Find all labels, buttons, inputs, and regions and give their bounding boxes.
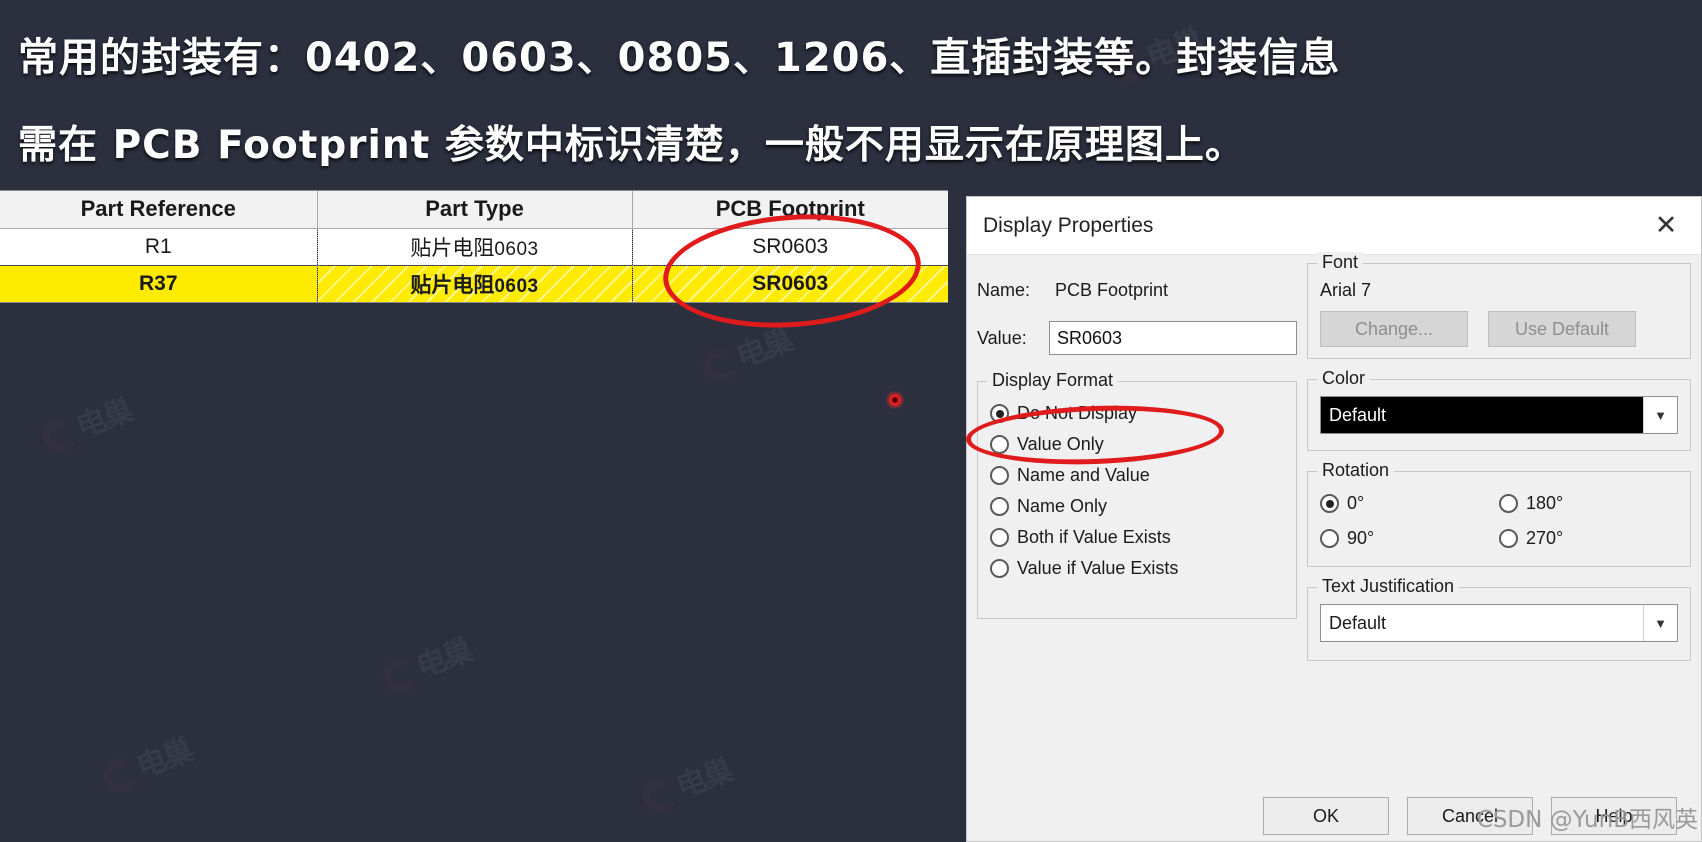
- cell-part-type-cn: 贴片电阻: [410, 235, 495, 260]
- watermark-text: 电巢: [131, 733, 197, 786]
- radio-icon[interactable]: [990, 528, 1009, 547]
- watermark-text: 电巢: [71, 393, 137, 446]
- display-format-group: Display Format Do Not Display Value Only…: [977, 370, 1297, 619]
- name-value: PCB Footprint: [1055, 279, 1169, 300]
- dialog-right-column: Font Arial 7 Change... Use Default Color…: [1307, 252, 1691, 681]
- radio-label: 90°: [1347, 528, 1375, 548]
- name-field-row: Name: PCB Footprint: [977, 273, 1297, 307]
- watermark-text: 电巢: [411, 633, 477, 686]
- headline-text-block: 常用的封装有：0402、0603、0805、1206、直插封装等。封装信息 需在…: [0, 0, 1702, 185]
- chevron-down-icon[interactable]: ▼: [1643, 605, 1677, 641]
- radio-label: Do Not Display: [1017, 403, 1138, 423]
- radio-rotation-180[interactable]: 180°: [1499, 488, 1678, 519]
- radio-label: Name and Value: [1017, 465, 1150, 485]
- cell-pcb-footprint[interactable]: SR0603: [632, 264, 948, 302]
- rotation-options: 0° 180° 90° 270°: [1320, 488, 1678, 554]
- text-justification-legend: Text Justification: [1317, 576, 1460, 597]
- radio-rotation-270[interactable]: 270°: [1499, 523, 1678, 554]
- radio-name-only[interactable]: Name Only: [990, 491, 1284, 522]
- radio-icon[interactable]: [1499, 529, 1518, 548]
- radio-value-only[interactable]: Value Only: [990, 429, 1284, 460]
- dialog-body: Name: PCB Footprint Value: Display Forma…: [967, 252, 1701, 842]
- dialog-left-column: Name: PCB Footprint Value: Display Forma…: [977, 273, 1297, 619]
- cell-part-type-size: 0603: [494, 238, 539, 260]
- radio-icon-selected[interactable]: [1320, 494, 1339, 513]
- chevron-down-icon[interactable]: ▼: [1643, 397, 1677, 433]
- radio-icon[interactable]: [990, 435, 1009, 454]
- value-input[interactable]: [1049, 321, 1297, 355]
- dialog-title-bar: Display Properties ✕: [967, 197, 1701, 255]
- cell-part-type-size: 0603: [494, 275, 539, 297]
- headline-line-1: 常用的封装有：0402、0603、0805、1206、直插封装等。封装信息: [18, 35, 1341, 81]
- radio-label: 0°: [1347, 493, 1365, 513]
- font-legend: Font: [1317, 252, 1364, 273]
- radio-icon[interactable]: [1320, 529, 1339, 548]
- radio-icon[interactable]: [1499, 494, 1518, 513]
- cell-part-type[interactable]: 贴片电阻0603: [317, 264, 633, 302]
- column-header-part-reference[interactable]: Part Reference: [0, 191, 318, 229]
- cell-part-reference[interactable]: R1: [0, 228, 318, 265]
- display-properties-dialog[interactable]: Display Properties ✕ Name: PCB Footprint…: [966, 196, 1702, 842]
- radio-icon[interactable]: [990, 466, 1009, 485]
- use-default-font-button[interactable]: Use Default: [1488, 311, 1636, 347]
- text-justification-group: Text Justification Default ▼: [1307, 576, 1691, 661]
- radio-label: Name Only: [1017, 496, 1108, 516]
- watermark-text: 电巢: [671, 753, 737, 806]
- rotation-group: Rotation 0° 180° 90° 270°: [1307, 460, 1691, 567]
- radio-name-and-value[interactable]: Name and Value: [990, 460, 1284, 491]
- column-header-part-type[interactable]: Part Type: [317, 191, 633, 229]
- ok-button[interactable]: OK: [1263, 797, 1389, 835]
- radio-rotation-90[interactable]: 90°: [1320, 523, 1499, 554]
- radio-label: Both if Value Exists: [1017, 527, 1171, 547]
- font-button-row: Change... Use Default: [1320, 311, 1678, 347]
- color-legend: Color: [1317, 368, 1371, 389]
- parts-table[interactable]: Part Reference Part Type PCB Footprint R…: [0, 190, 948, 303]
- cell-part-type[interactable]: 贴片电阻0603: [317, 228, 633, 265]
- radio-label: 180°: [1526, 493, 1564, 513]
- radio-value-if-value-exists[interactable]: Value if Value Exists: [990, 553, 1284, 584]
- headline-line-2: 需在 PCB Footprint 参数中标识清楚，一般不用显示在原理图上。: [18, 123, 1245, 168]
- radio-do-not-display[interactable]: Do Not Display: [990, 398, 1284, 429]
- color-group: Color Default ▼: [1307, 368, 1691, 451]
- cell-pcb-footprint[interactable]: SR0603: [632, 228, 948, 265]
- radio-icon[interactable]: [990, 559, 1009, 578]
- cell-part-reference[interactable]: R37: [0, 264, 318, 302]
- column-header-pcb-footprint[interactable]: PCB Footprint: [632, 191, 948, 229]
- watermark-text: 电巢: [731, 323, 797, 376]
- radio-label: 270°: [1526, 528, 1564, 548]
- font-name-value: Arial 7: [1320, 280, 1372, 300]
- table-header-row: Part Reference Part Type PCB Footprint: [0, 191, 948, 229]
- font-group: Font Arial 7 Change... Use Default: [1307, 252, 1691, 359]
- value-field-row: Value:: [977, 321, 1297, 355]
- radio-icon-selected[interactable]: [990, 404, 1009, 423]
- close-icon[interactable]: ✕: [1645, 205, 1687, 247]
- radio-label: Value Only: [1017, 434, 1104, 454]
- csdn-watermark: CSDN @YunB西风英: [1476, 807, 1698, 833]
- name-label: Name:: [977, 279, 1031, 300]
- color-select[interactable]: Default ▼: [1320, 396, 1678, 434]
- text-justification-select[interactable]: Default ▼: [1320, 604, 1678, 642]
- dialog-title: Display Properties: [983, 213, 1154, 237]
- cell-part-type-cn: 贴片电阻: [410, 272, 495, 297]
- text-justification-selected-value: Default: [1329, 612, 1387, 633]
- color-selected-value: Default: [1321, 397, 1643, 433]
- table-row-selected[interactable]: R37 贴片电阻0603 SR0603: [0, 264, 948, 302]
- laser-pointer-dot-icon: [886, 391, 904, 409]
- value-label: Value:: [977, 327, 1027, 348]
- rotation-legend: Rotation: [1317, 460, 1395, 481]
- change-font-button[interactable]: Change...: [1320, 311, 1468, 347]
- radio-icon[interactable]: [990, 497, 1009, 516]
- radio-label: Value if Value Exists: [1017, 558, 1179, 578]
- table-row[interactable]: R1 贴片电阻0603 SR0603: [0, 228, 948, 265]
- display-format-legend: Display Format: [987, 370, 1119, 391]
- radio-rotation-0[interactable]: 0°: [1320, 488, 1499, 519]
- radio-both-if-value-exists[interactable]: Both if Value Exists: [990, 522, 1284, 553]
